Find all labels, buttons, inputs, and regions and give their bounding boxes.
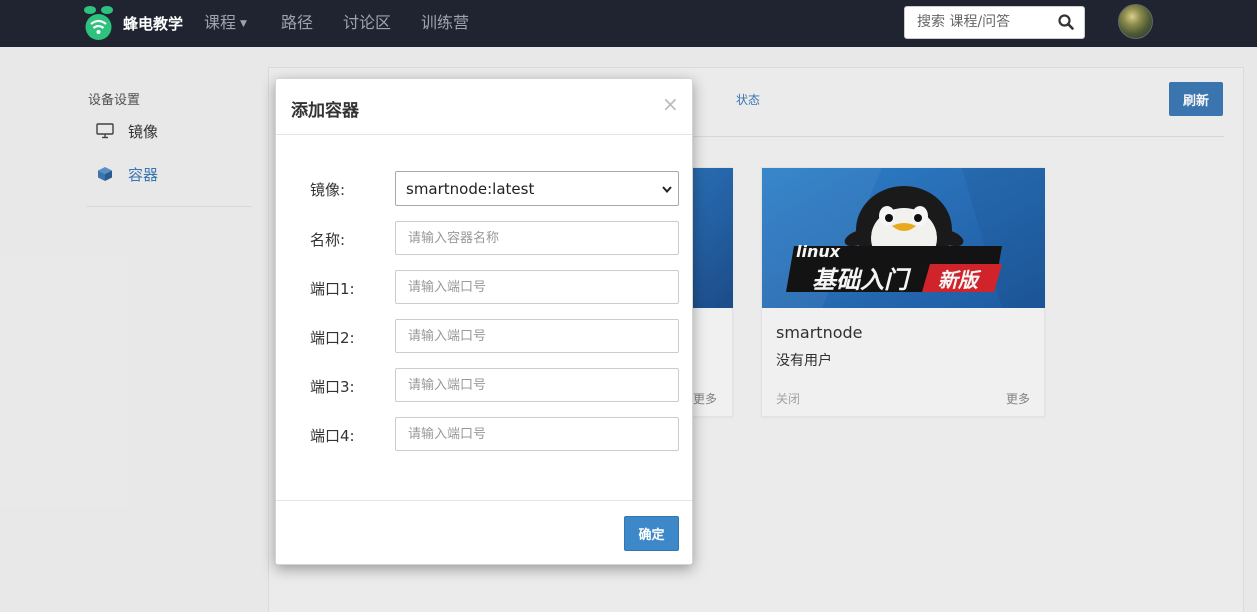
user-avatar[interactable]	[1118, 4, 1153, 39]
port3-label: 端口3:	[310, 378, 355, 396]
image-select-value: smartnode:latest	[406, 180, 535, 198]
form-row-port4: 端口4:	[276, 417, 692, 451]
nav-bootcamp[interactable]: 训练营	[421, 0, 469, 47]
form-row-port1: 端口1:	[276, 270, 692, 304]
port4-label: 端口4:	[310, 427, 355, 445]
form-row-port3: 端口3:	[276, 368, 692, 402]
nav-forum[interactable]: 讨论区	[343, 0, 391, 47]
form-row-name: 名称:	[276, 221, 692, 255]
name-label: 名称:	[310, 231, 346, 249]
port1-input[interactable]	[395, 270, 679, 304]
port3-input[interactable]	[395, 368, 679, 402]
modal-footer-divider	[276, 500, 692, 501]
chevron-down-icon	[662, 186, 672, 194]
nav-paths[interactable]: 路径	[281, 0, 313, 47]
search-input[interactable]	[917, 14, 1052, 30]
brand-name: 蜂电教学	[123, 14, 184, 33]
search-box	[904, 6, 1085, 39]
container-name-input[interactable]	[395, 221, 679, 255]
port4-input[interactable]	[395, 417, 679, 451]
image-select[interactable]: smartnode:latest	[395, 171, 679, 206]
search-icon[interactable]	[1058, 14, 1074, 30]
form-row-port2: 端口2:	[276, 319, 692, 353]
top-navbar: 蜂电教学 课程 ▼ 路径 讨论区 训练营	[0, 0, 1257, 47]
form-row-image: 镜像: smartnode:latest	[276, 171, 692, 206]
modal-header: 添加容器 ×	[276, 79, 692, 135]
confirm-button[interactable]: 确定	[624, 516, 679, 551]
nav-courses-dropdown[interactable]: 课程 ▼	[204, 0, 247, 47]
bee-logo-icon	[84, 6, 113, 40]
image-label: 镜像:	[310, 181, 346, 199]
add-container-modal: 添加容器 × 镜像: smartnode:latest 名称: 端口1: 端口2…	[275, 78, 693, 565]
port1-label: 端口1:	[310, 280, 355, 298]
port2-input[interactable]	[395, 319, 679, 353]
modal-title: 添加容器	[291, 101, 359, 121]
caret-down-icon: ▼	[240, 19, 247, 29]
nav-courses-label: 课程	[204, 13, 237, 32]
port2-label: 端口2:	[310, 329, 355, 347]
close-icon[interactable]: ×	[662, 92, 679, 116]
brand-logo[interactable]: 蜂电教学	[76, 3, 183, 43]
